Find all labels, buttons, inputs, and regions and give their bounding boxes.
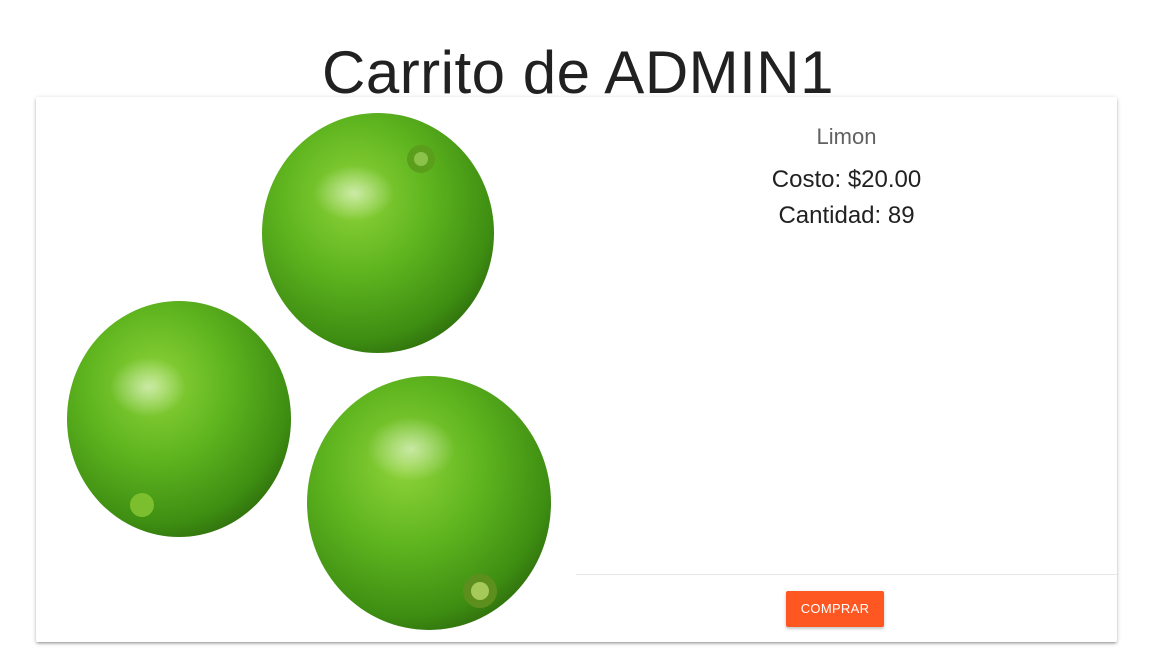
product-image	[36, 97, 576, 642]
limes-image	[67, 113, 551, 630]
lime-top	[262, 113, 494, 353]
product-card: Limon Costo: $20.00 Cantidad: 89 COMPRAR	[36, 97, 1117, 642]
buy-button[interactable]: COMPRAR	[786, 591, 884, 627]
product-details: Limon Costo: $20.00 Cantidad: 89 COMPRAR	[576, 97, 1117, 642]
card-content: Limon Costo: $20.00 Cantidad: 89	[576, 97, 1117, 574]
lime-right	[307, 376, 551, 630]
lime-left	[67, 301, 291, 537]
product-name: Limon	[816, 124, 877, 149]
product-cost: Costo: $20.00	[771, 166, 922, 193]
card-action: COMPRAR	[576, 574, 1117, 642]
product-quantity: Cantidad: 89	[778, 202, 915, 229]
